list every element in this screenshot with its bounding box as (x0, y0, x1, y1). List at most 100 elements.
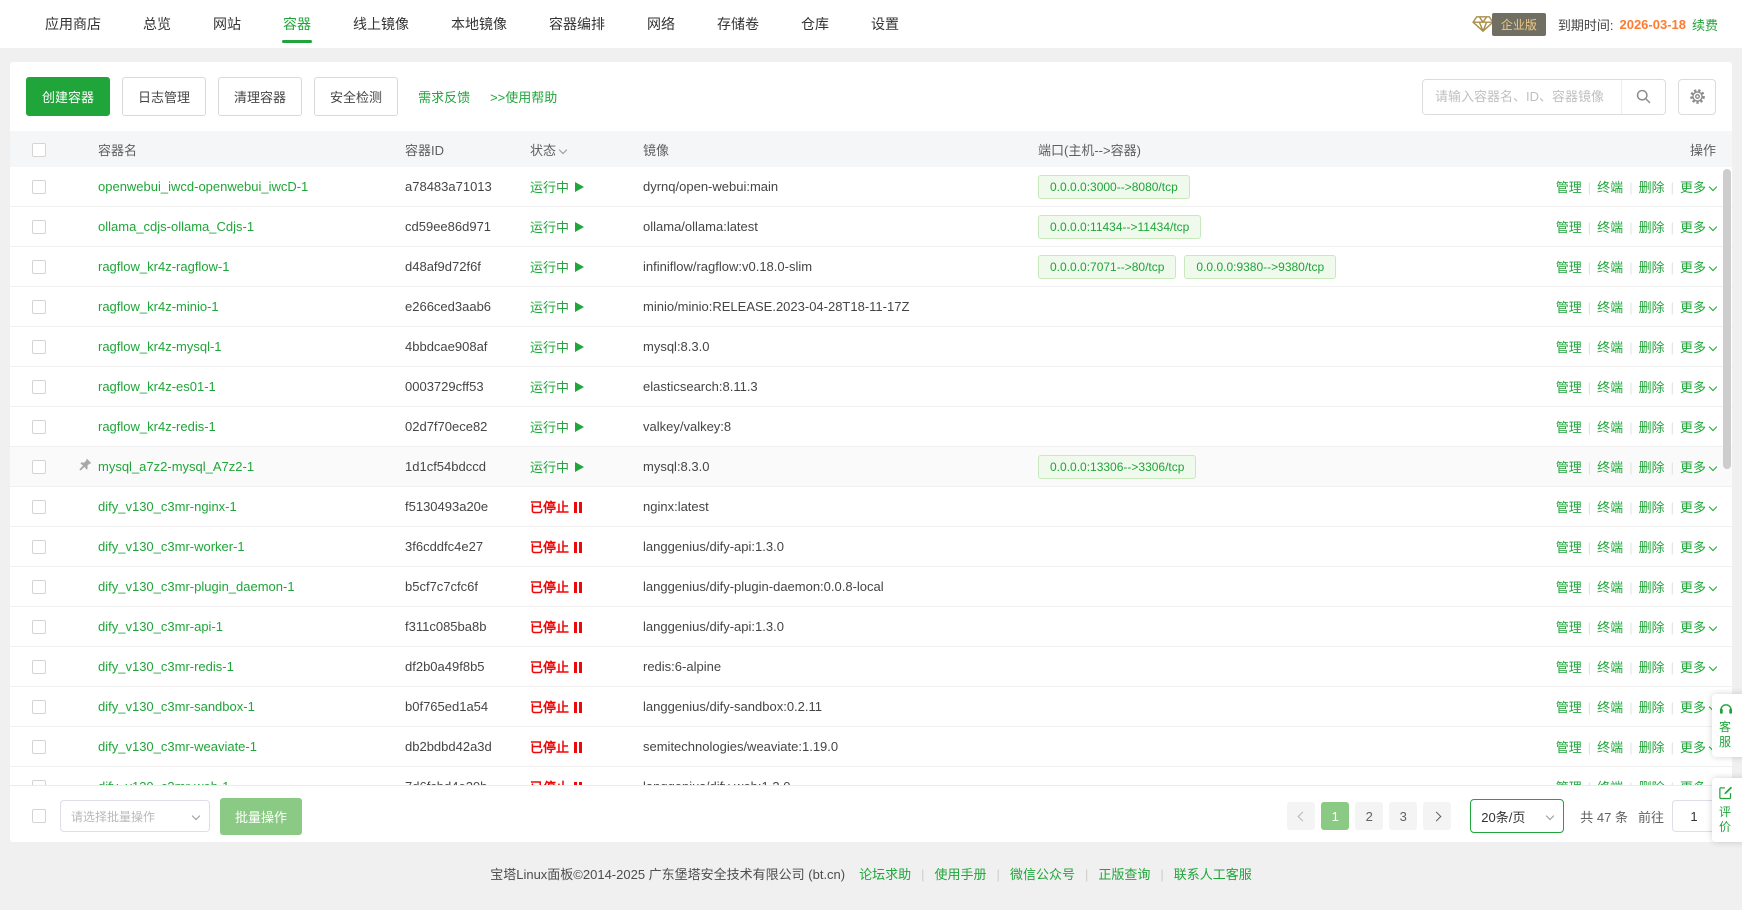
container-name-link[interactable]: dify_v130_c3mr-worker-1 (98, 539, 405, 554)
action-more[interactable]: 更多 (1680, 420, 1716, 435)
container-name-link[interactable]: dify_v130_c3mr-api-1 (98, 619, 405, 634)
nav-item-容器[interactable]: 容器 (262, 0, 332, 48)
action-more[interactable]: 更多 (1680, 340, 1716, 355)
nav-item-容器编排[interactable]: 容器编排 (528, 0, 626, 48)
batch-select-all-checkbox[interactable] (32, 809, 46, 823)
action-manage[interactable]: 管理 (1556, 340, 1582, 355)
action-manage[interactable]: 管理 (1556, 220, 1582, 235)
action-manage[interactable]: 管理 (1556, 500, 1582, 515)
action-delete[interactable]: 删除 (1639, 300, 1665, 315)
action-terminal[interactable]: 终端 (1597, 260, 1623, 275)
action-manage[interactable]: 管理 (1556, 620, 1582, 635)
row-checkbox[interactable] (32, 420, 46, 434)
row-checkbox[interactable] (32, 500, 46, 514)
action-terminal[interactable]: 终端 (1597, 380, 1623, 395)
action-more[interactable]: 更多 (1680, 540, 1716, 555)
row-checkbox[interactable] (32, 660, 46, 674)
search-icon[interactable] (1621, 80, 1665, 114)
action-more[interactable]: 更多 (1680, 220, 1716, 235)
action-delete[interactable]: 删除 (1639, 220, 1665, 235)
row-checkbox[interactable] (32, 540, 46, 554)
create-container-button[interactable]: 创建容器 (26, 77, 110, 116)
row-checkbox[interactable] (32, 340, 46, 354)
action-terminal[interactable]: 终端 (1597, 500, 1623, 515)
nav-item-应用商店[interactable]: 应用商店 (24, 0, 122, 48)
action-more[interactable]: 更多 (1680, 260, 1716, 275)
action-terminal[interactable]: 终端 (1597, 580, 1623, 595)
action-manage[interactable]: 管理 (1556, 660, 1582, 675)
action-more[interactable]: 更多 (1680, 740, 1716, 755)
container-name-link[interactable]: openwebui_iwcd-openwebui_iwcD-1 (98, 179, 405, 194)
action-delete[interactable]: 删除 (1639, 380, 1665, 395)
container-name-link[interactable]: ragflow_kr4z-es01-1 (98, 379, 405, 394)
nav-item-线上镜像[interactable]: 线上镜像 (332, 0, 430, 48)
row-checkbox[interactable] (32, 620, 46, 634)
log-manage-button[interactable]: 日志管理 (122, 77, 206, 116)
footer-link-使用手册[interactable]: 使用手册 (935, 867, 987, 882)
footer-link-联系人工客服[interactable]: 联系人工客服 (1174, 867, 1252, 882)
nav-item-存储卷[interactable]: 存储卷 (696, 0, 780, 48)
row-checkbox[interactable] (32, 460, 46, 474)
page-size-select[interactable]: 20条/页 (1470, 799, 1564, 833)
page-button-1[interactable]: 1 (1321, 802, 1349, 830)
nav-item-网络[interactable]: 网络 (626, 0, 696, 48)
action-more[interactable]: 更多 (1680, 300, 1716, 315)
action-manage[interactable]: 管理 (1556, 180, 1582, 195)
batch-action-select[interactable]: 请选择批量操作 (60, 800, 210, 832)
search-input[interactable] (1423, 80, 1621, 114)
nav-item-设置[interactable]: 设置 (850, 0, 920, 48)
container-name-link[interactable]: dify_v130_c3mr-weaviate-1 (98, 739, 405, 754)
action-manage[interactable]: 管理 (1556, 420, 1582, 435)
footer-link-论坛求助[interactable]: 论坛求助 (859, 867, 911, 882)
action-more[interactable]: 更多 (1680, 620, 1716, 635)
row-checkbox[interactable] (32, 180, 46, 194)
page-button-3[interactable]: 3 (1389, 802, 1417, 830)
nav-item-仓库[interactable]: 仓库 (780, 0, 850, 48)
action-more[interactable]: 更多 (1680, 500, 1716, 515)
batch-apply-button[interactable]: 批量操作 (220, 798, 302, 835)
goto-page-input[interactable] (1672, 800, 1716, 832)
action-manage[interactable]: 管理 (1556, 540, 1582, 555)
action-more[interactable]: 更多 (1680, 700, 1716, 715)
nav-item-网站[interactable]: 网站 (192, 0, 262, 48)
nav-item-总览[interactable]: 总览 (122, 0, 192, 48)
customer-service-widget[interactable]: 客服 (1712, 694, 1742, 757)
action-terminal[interactable]: 终端 (1597, 340, 1623, 355)
col-status-filter[interactable]: 状态 (530, 140, 643, 159)
container-name-link[interactable]: ragflow_kr4z-mysql-1 (98, 339, 405, 354)
clean-container-button[interactable]: 清理容器 (218, 77, 302, 116)
action-terminal[interactable]: 终端 (1597, 180, 1623, 195)
action-terminal[interactable]: 终端 (1597, 660, 1623, 675)
footer-link-微信公众号[interactable]: 微信公众号 (1010, 867, 1075, 882)
action-delete[interactable]: 删除 (1639, 340, 1665, 355)
action-delete[interactable]: 删除 (1639, 660, 1665, 675)
row-checkbox[interactable] (32, 260, 46, 274)
row-checkbox[interactable] (32, 700, 46, 714)
action-terminal[interactable]: 终端 (1597, 740, 1623, 755)
scrollbar-thumb[interactable] (1723, 169, 1731, 469)
review-widget[interactable]: 评价 (1712, 778, 1742, 842)
action-manage[interactable]: 管理 (1556, 700, 1582, 715)
action-delete[interactable]: 删除 (1639, 460, 1665, 475)
action-more[interactable]: 更多 (1680, 180, 1716, 195)
next-page-button[interactable] (1423, 802, 1451, 830)
container-name-link[interactable]: ragflow_kr4z-minio-1 (98, 299, 405, 314)
prev-page-button[interactable] (1287, 802, 1315, 830)
page-button-2[interactable]: 2 (1355, 802, 1383, 830)
action-manage[interactable]: 管理 (1556, 580, 1582, 595)
container-name-link[interactable]: ollama_cdjs-ollama_Cdjs-1 (98, 219, 405, 234)
row-checkbox[interactable] (32, 300, 46, 314)
action-delete[interactable]: 删除 (1639, 620, 1665, 635)
container-name-link[interactable]: dify_v130_c3mr-plugin_daemon-1 (98, 579, 405, 594)
action-more[interactable]: 更多 (1680, 660, 1716, 675)
action-more[interactable]: 更多 (1680, 460, 1716, 475)
container-name-link[interactable]: dify_v130_c3mr-redis-1 (98, 659, 405, 674)
action-delete[interactable]: 删除 (1639, 260, 1665, 275)
action-manage[interactable]: 管理 (1556, 300, 1582, 315)
action-terminal[interactable]: 终端 (1597, 700, 1623, 715)
action-manage[interactable]: 管理 (1556, 460, 1582, 475)
action-more[interactable]: 更多 (1680, 580, 1716, 595)
action-delete[interactable]: 删除 (1639, 540, 1665, 555)
row-checkbox[interactable] (32, 380, 46, 394)
row-checkbox[interactable] (32, 740, 46, 754)
